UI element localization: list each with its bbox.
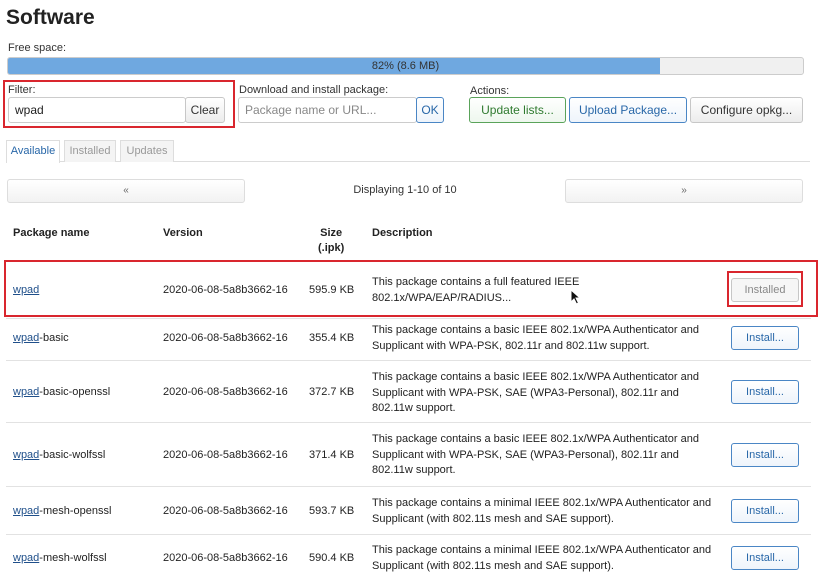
col-description: Description xyxy=(372,227,433,239)
package-name-match: wpad xyxy=(13,386,40,398)
package-size: 595.9 KB xyxy=(309,284,355,296)
tab-installed[interactable]: Installed xyxy=(64,140,116,162)
package-name-rest: -mesh-wolfssl xyxy=(39,552,107,564)
package-version: 2020-06-08-5a8b3662-16 xyxy=(163,386,288,398)
page-title: Software xyxy=(6,6,95,29)
package-name-match: wpad xyxy=(13,449,40,461)
free-space-label: Free space: xyxy=(8,42,67,54)
package-name-rest: -basic xyxy=(39,332,69,344)
package-name-match: wpad xyxy=(13,332,40,344)
install-button[interactable]: Install... xyxy=(731,499,799,523)
package-name-match: wpad xyxy=(13,284,40,296)
tab-available[interactable]: Available xyxy=(6,140,60,163)
table-row: wpad 2020-06-08-5a8b3662-16 595.9 KB This p… xyxy=(6,260,811,318)
install-button[interactable]: Install... xyxy=(731,546,799,570)
tab-bar: Available Installed Updates xyxy=(6,140,810,163)
table-row: wpad-mesh-openssl 2020-06-08-5a8b3662-16 5… xyxy=(6,486,811,534)
package-name-match: wpad xyxy=(13,552,40,564)
filter-input[interactable]: wpad xyxy=(8,97,186,123)
install-button[interactable]: Install... xyxy=(731,443,799,467)
package-description: This package contains a minimal IEEE 802… xyxy=(372,544,712,572)
install-button[interactable]: Install... xyxy=(731,326,799,350)
mouse-cursor-icon xyxy=(570,289,582,305)
package-name-rest: -basic-openssl xyxy=(39,386,111,398)
free-space-text: 82% (8.6 MB) xyxy=(371,60,440,72)
package-name-link[interactable]: wpad-basic xyxy=(13,331,69,347)
col-version: Version xyxy=(163,227,203,239)
clear-button[interactable]: Clear xyxy=(185,97,225,123)
table-row: wpad-basic 2020-06-08-5a8b3662-16 355.4 KB… xyxy=(6,318,811,360)
package-version: 2020-06-08-5a8b3662-16 xyxy=(163,552,288,564)
package-url-input[interactable]: Package name or URL... xyxy=(238,97,417,123)
package-name-link[interactable]: wpad-mesh-openssl xyxy=(13,504,111,520)
package-size: 590.4 KB xyxy=(309,552,355,564)
package-name-link[interactable]: wpad-basic-wolfssl xyxy=(13,448,105,464)
package-name-rest: -mesh-openssl xyxy=(39,505,112,517)
package-size: 593.7 KB xyxy=(309,505,355,517)
install-button[interactable]: Install... xyxy=(731,380,799,404)
package-size: 371.4 KB xyxy=(309,449,355,461)
table-row: wpad-basic-wolfssl 2020-06-08-5a8b3662-16… xyxy=(6,422,811,486)
tab-updates[interactable]: Updates xyxy=(120,140,174,162)
package-name-link[interactable]: wpad xyxy=(13,283,39,299)
package-version: 2020-06-08-5a8b3662-16 xyxy=(163,449,288,461)
package-description: This package contains a basic IEEE 802.1… xyxy=(372,433,699,476)
actions-label: Actions: xyxy=(470,85,510,97)
package-description: This package contains a basic IEEE 802.1… xyxy=(372,371,699,414)
package-size: 372.7 KB xyxy=(309,386,355,398)
package-name-link[interactable]: wpad-mesh-wolfssl xyxy=(13,551,107,567)
package-name-link[interactable]: wpad-basic-openssl xyxy=(13,385,110,401)
pager-status: Displaying 1-10 of 10 xyxy=(353,184,457,196)
package-description: This package contains a full featured IE… xyxy=(372,276,580,304)
package-size: 355.4 KB xyxy=(309,332,355,344)
package-description: This package contains a basic IEEE 802.1… xyxy=(372,324,699,352)
filter-label: Filter: xyxy=(8,84,36,96)
package-version: 2020-06-08-5a8b3662-16 xyxy=(163,332,288,344)
col-size: Size (.ipk) xyxy=(318,227,345,254)
next-page-button[interactable]: » xyxy=(565,179,803,203)
package-name-match: wpad xyxy=(13,505,40,517)
table-row: wpad-mesh-wolfssl 2020-06-08-5a8b3662-16 5… xyxy=(6,534,811,574)
download-label: Download and install package: xyxy=(239,84,389,96)
table-row: wpad-basic-openssl 2020-06-08-5a8b3662-16… xyxy=(6,360,811,422)
prev-page-button[interactable]: « xyxy=(7,179,245,203)
package-version: 2020-06-08-5a8b3662-16 xyxy=(163,284,288,296)
package-description: This package contains a minimal IEEE 802… xyxy=(372,497,712,525)
installed-button[interactable]: Installed xyxy=(731,278,799,302)
package-version: 2020-06-08-5a8b3662-16 xyxy=(163,505,288,517)
upload-package-button[interactable]: Upload Package... xyxy=(569,97,687,123)
col-package-name: Package name xyxy=(13,227,90,239)
ok-button[interactable]: OK xyxy=(416,97,444,123)
package-name-rest: -basic-wolfssl xyxy=(39,449,106,461)
update-lists-button[interactable]: Update lists... xyxy=(469,97,566,123)
free-space-bar: 82% (8.6 MB) xyxy=(7,57,804,75)
configure-opkg-button[interactable]: Configure opkg... xyxy=(690,97,803,123)
